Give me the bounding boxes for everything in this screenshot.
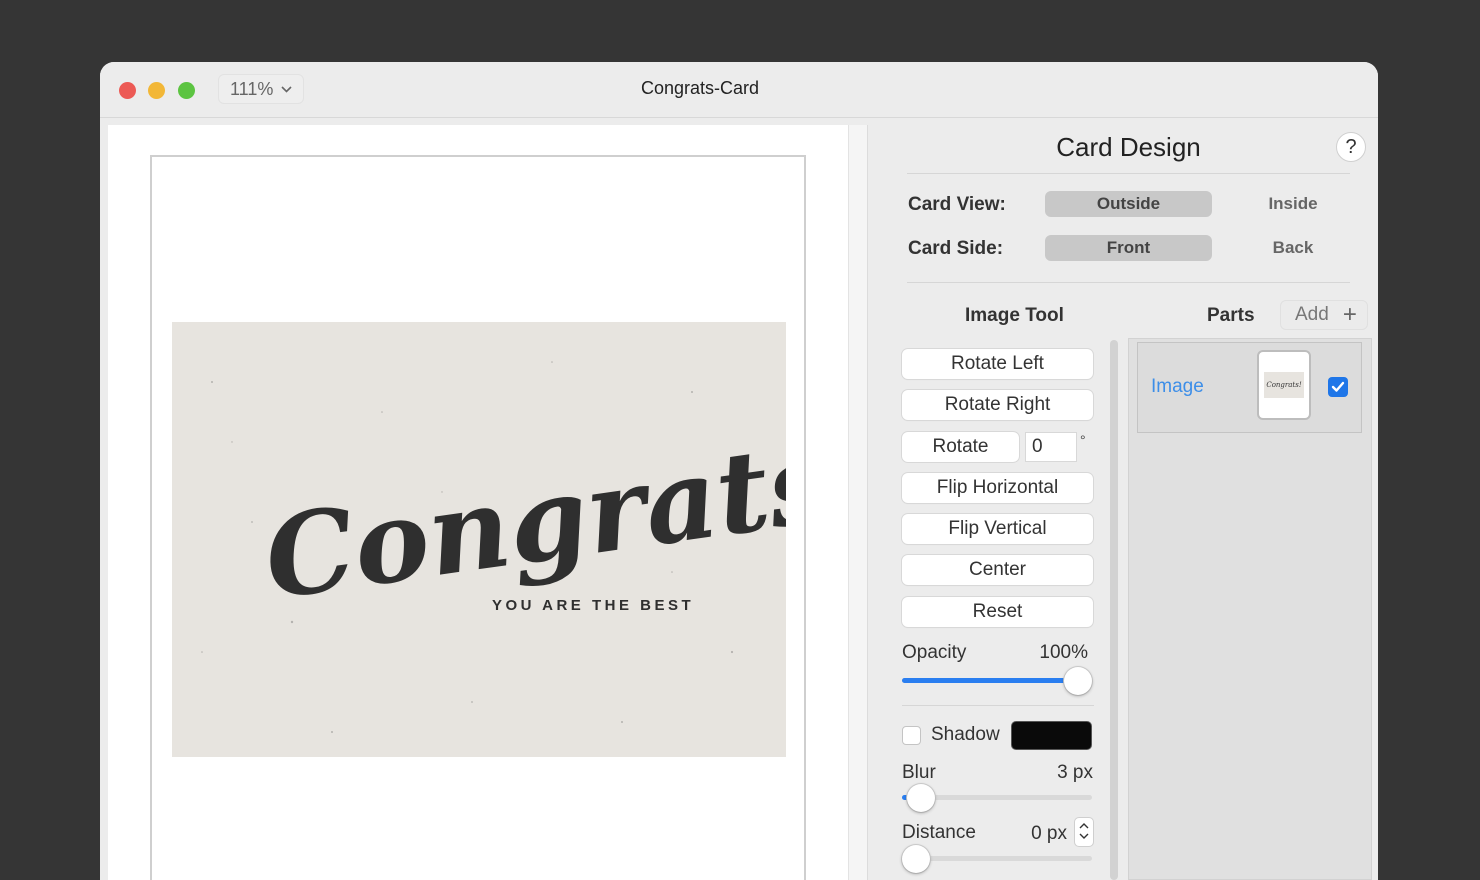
minimize-window-button[interactable]: [148, 82, 165, 99]
blur-label: Blur: [902, 762, 936, 783]
card-view-inside-button[interactable]: Inside: [1212, 191, 1374, 217]
flip-vertical-button[interactable]: Flip Vertical: [902, 514, 1093, 544]
part-visible-checkbox[interactable]: [1328, 377, 1348, 397]
card-image[interactable]: Congrats! YOU ARE THE BEST: [172, 322, 786, 757]
blur-slider-knob[interactable]: [907, 784, 935, 812]
part-name[interactable]: Image: [1151, 376, 1204, 398]
distance-slider-track[interactable]: [902, 856, 1092, 861]
image-tool-title: Image Tool: [965, 305, 1064, 326]
divider: [907, 282, 1350, 283]
card-side-front-button[interactable]: Front: [1045, 235, 1212, 261]
part-thumbnail-text: Congrats!: [1264, 372, 1304, 398]
distance-slider-knob[interactable]: [902, 845, 930, 873]
distance-label: Distance: [902, 822, 976, 843]
tools-scrollbar[interactable]: [1110, 340, 1118, 880]
degree-symbol: °: [1080, 432, 1086, 448]
divider: [902, 705, 1094, 706]
canvas-scrollbar[interactable]: [848, 125, 868, 880]
checkmark-icon: [1331, 381, 1345, 392]
card-artwork: Congrats! YOU ARE THE BEST: [201, 361, 786, 733]
part-thumbnail: Congrats!: [1257, 350, 1311, 420]
shadow-checkbox[interactable]: [902, 726, 921, 745]
flip-horizontal-button[interactable]: Flip Horizontal: [902, 473, 1093, 503]
distance-stepper[interactable]: [1074, 817, 1094, 847]
chevron-down-icon[interactable]: [1079, 832, 1089, 843]
zoom-level-select[interactable]: 111%: [218, 74, 304, 104]
opacity-value: 100%: [1039, 642, 1088, 663]
rotate-button[interactable]: Rotate: [902, 432, 1019, 462]
chevron-up-icon[interactable]: [1079, 821, 1089, 832]
rotate-angle-input[interactable]: [1025, 432, 1077, 462]
opacity-slider-fill: [902, 678, 1078, 683]
shadow-color-well[interactable]: [1011, 721, 1092, 750]
card-tagline: YOU ARE THE BEST: [492, 597, 694, 614]
opacity-slider-knob[interactable]: [1064, 667, 1092, 695]
window-title: Congrats-Card: [640, 78, 760, 98]
divider: [907, 173, 1350, 174]
card-headline: Congrats!: [257, 409, 786, 625]
plus-icon: +: [1342, 301, 1357, 328]
help-button[interactable]: ?: [1336, 132, 1366, 162]
panel-title: Card Design: [1056, 132, 1201, 162]
distance-value: 0 px: [1031, 823, 1067, 844]
parts-title: Parts: [1207, 305, 1255, 326]
shadow-label: Shadow: [931, 724, 1000, 745]
reset-button[interactable]: Reset: [902, 597, 1093, 627]
chevron-down-icon: [281, 82, 292, 96]
opacity-label: Opacity: [902, 642, 967, 663]
center-button[interactable]: Center: [902, 555, 1093, 585]
card-side-back-button[interactable]: Back: [1212, 235, 1374, 261]
blur-value: 3 px: [1057, 762, 1093, 783]
card-view-label: Card View:: [908, 194, 1006, 215]
add-part-button[interactable]: Add +: [1280, 300, 1368, 330]
zoom-level-value: 111%: [230, 78, 274, 99]
rotate-right-button[interactable]: Rotate Right: [902, 390, 1093, 420]
title-bar: 111% Congrats-Card: [100, 62, 1378, 118]
zoom-window-button[interactable]: [178, 82, 195, 99]
close-window-button[interactable]: [119, 82, 136, 99]
card-view-outside-button[interactable]: Outside: [1045, 191, 1212, 217]
card-side-label: Card Side:: [908, 238, 1004, 259]
add-part-label: Add: [1295, 304, 1329, 325]
rotate-left-button[interactable]: Rotate Left: [902, 349, 1093, 379]
